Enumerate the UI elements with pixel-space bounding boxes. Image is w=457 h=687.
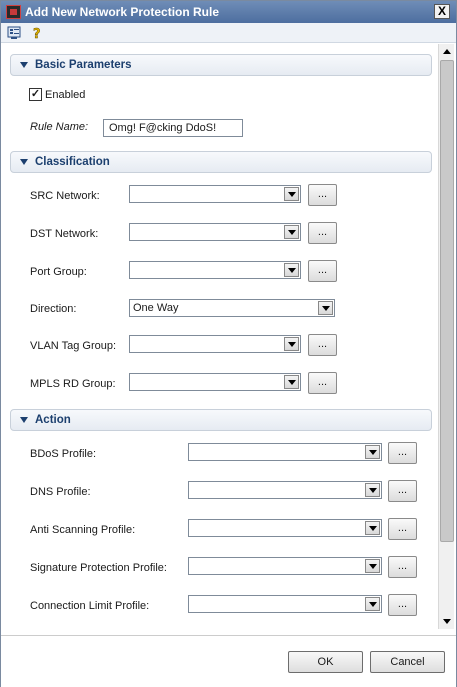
bdos-profile-browse-button[interactable]: ... bbox=[388, 442, 417, 464]
rule-name-label: Rule Name: bbox=[30, 121, 89, 133]
properties-icon[interactable] bbox=[7, 25, 23, 41]
dropdown-arrow-icon[interactable] bbox=[284, 187, 299, 201]
collapse-triangle-icon bbox=[20, 159, 28, 165]
vlan-tag-group-select[interactable] bbox=[129, 335, 301, 353]
scroll-up-arrow-icon[interactable] bbox=[440, 45, 454, 59]
svg-text:?: ? bbox=[33, 27, 41, 41]
collapse-triangle-icon bbox=[20, 62, 28, 68]
dropdown-arrow-icon[interactable] bbox=[365, 483, 380, 497]
help-icon[interactable]: ? bbox=[30, 25, 46, 43]
title-bar[interactable]: Add New Network Protection Rule X bbox=[1, 1, 456, 23]
mpls-rd-group-label: MPLS RD Group: bbox=[30, 378, 116, 390]
src-network-browse-button[interactable]: ... bbox=[308, 184, 337, 206]
app-icon bbox=[6, 5, 21, 19]
signature-protection-profile-browse-button[interactable]: ... bbox=[388, 556, 417, 578]
scroll-thumb[interactable] bbox=[440, 60, 454, 542]
mpls-rd-group-select[interactable] bbox=[129, 373, 301, 391]
dropdown-arrow-icon[interactable] bbox=[365, 445, 380, 459]
dropdown-arrow-icon[interactable] bbox=[284, 225, 299, 239]
port-group-select[interactable] bbox=[129, 261, 301, 279]
vlan-tag-group-label: VLAN Tag Group: bbox=[30, 340, 117, 352]
vlan-tag-group-browse-button[interactable]: ... bbox=[308, 334, 337, 356]
connection-limit-profile-label: Connection Limit Profile: bbox=[30, 600, 150, 612]
port-group-browse-button[interactable]: ... bbox=[308, 260, 337, 282]
section-basic-parameters[interactable]: Basic Parameters bbox=[10, 54, 432, 76]
direction-select[interactable]: One Way bbox=[129, 299, 335, 317]
section-title: Basic Parameters bbox=[35, 59, 132, 71]
form-scroll-area: Basic Parameters ✓ Enabled Rule Name: Om… bbox=[1, 44, 437, 634]
section-title: Action bbox=[35, 414, 71, 426]
direction-label: Direction: bbox=[30, 303, 77, 315]
dropdown-arrow-icon[interactable] bbox=[284, 263, 299, 277]
dropdown-arrow-icon[interactable] bbox=[365, 521, 380, 535]
enabled-label: Enabled bbox=[45, 89, 86, 101]
select-value: One Way bbox=[133, 302, 179, 314]
anti-scanning-profile-browse-button[interactable]: ... bbox=[388, 518, 417, 540]
dst-network-label: DST Network: bbox=[30, 228, 99, 240]
dst-network-select[interactable] bbox=[129, 223, 301, 241]
vertical-scrollbar[interactable] bbox=[438, 44, 454, 629]
dropdown-arrow-icon[interactable] bbox=[284, 337, 299, 351]
scroll-down-arrow-icon[interactable] bbox=[440, 614, 454, 628]
dropdown-arrow-icon[interactable] bbox=[284, 375, 299, 389]
dialog-footer: OK Cancel bbox=[1, 635, 456, 687]
toolbar: ? bbox=[1, 23, 456, 43]
mpls-rd-group-browse-button[interactable]: ... bbox=[308, 372, 337, 394]
cancel-button[interactable]: Cancel bbox=[370, 651, 445, 673]
enabled-checkbox[interactable]: ✓ bbox=[29, 88, 42, 101]
dns-profile-select[interactable] bbox=[188, 481, 382, 499]
anti-scanning-profile-label: Anti Scanning Profile: bbox=[30, 524, 136, 536]
signature-protection-profile-label: Signature Protection Profile: bbox=[30, 562, 167, 574]
section-action[interactable]: Action bbox=[10, 409, 432, 431]
port-group-label: Port Group: bbox=[30, 266, 87, 278]
dns-profile-label: DNS Profile: bbox=[30, 486, 91, 498]
bdos-profile-select[interactable] bbox=[188, 443, 382, 461]
src-network-label: SRC Network: bbox=[30, 190, 100, 202]
section-title: Classification bbox=[35, 156, 110, 168]
dropdown-arrow-icon[interactable] bbox=[318, 301, 333, 315]
dialog-window: Add New Network Protection Rule X ? Basi… bbox=[0, 0, 457, 687]
dropdown-arrow-icon[interactable] bbox=[365, 559, 380, 573]
collapse-triangle-icon bbox=[20, 417, 28, 423]
signature-protection-profile-select[interactable] bbox=[188, 557, 382, 575]
ok-button[interactable]: OK bbox=[288, 651, 363, 673]
connection-limit-profile-browse-button[interactable]: ... bbox=[388, 594, 417, 616]
anti-scanning-profile-select[interactable] bbox=[188, 519, 382, 537]
window-title: Add New Network Protection Rule bbox=[25, 5, 220, 19]
dns-profile-browse-button[interactable]: ... bbox=[388, 480, 417, 502]
close-button[interactable]: X bbox=[434, 4, 450, 19]
rule-name-input[interactable]: Omg! F@cking DdoS! bbox=[103, 119, 243, 137]
dst-network-browse-button[interactable]: ... bbox=[308, 222, 337, 244]
section-classification[interactable]: Classification bbox=[10, 151, 432, 173]
connection-limit-profile-select[interactable] bbox=[188, 595, 382, 613]
dropdown-arrow-icon[interactable] bbox=[365, 597, 380, 611]
bdos-profile-label: BDoS Profile: bbox=[30, 448, 97, 460]
src-network-select[interactable] bbox=[129, 185, 301, 203]
